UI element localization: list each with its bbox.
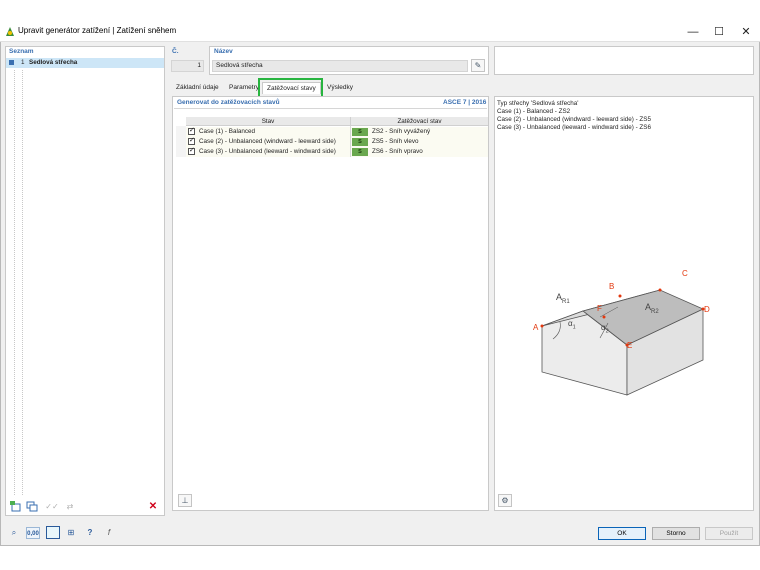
angle-2-label: α2 — [601, 323, 609, 335]
cancel-button[interactable]: Storno — [652, 527, 700, 540]
color-swatch-button[interactable] — [46, 526, 60, 539]
tree-line — [14, 70, 15, 495]
tab-zakladni-udaje[interactable]: Základní údaje — [172, 82, 223, 94]
number-label: Č. — [172, 48, 179, 55]
area-r1-label: AR1 — [556, 292, 570, 305]
info-line: Case (2) - Unbalanced (windward - leewar… — [497, 116, 651, 123]
edit-name-icon[interactable]: ✎ — [471, 59, 485, 72]
point-e-label: E — [627, 341, 633, 350]
point-c-marker — [658, 288, 662, 292]
list-panel — [5, 46, 165, 516]
snow-badge: S — [352, 128, 368, 136]
help-icon[interactable]: ? — [83, 527, 97, 539]
new-item-icon[interactable] — [9, 501, 23, 513]
copy-item-icon[interactable] — [25, 501, 39, 513]
divider — [174, 108, 487, 109]
tree-line — [22, 70, 23, 495]
row-state: Case (1) - Balanced — [199, 128, 255, 135]
window-title: Upravit generátor zatížení | Zatížení sn… — [18, 26, 177, 35]
point-a-label: A — [533, 323, 539, 332]
angle-1-label: α1 — [568, 319, 576, 331]
row-state: Case (2) - Unbalanced (windward - leewar… — [199, 138, 336, 145]
name-label: Název — [214, 48, 233, 55]
row-state: Case (3) - Unbalanced (leeward - windwar… — [199, 148, 336, 155]
row-checkbox[interactable] — [188, 126, 195, 135]
apply-button[interactable]: Použít — [705, 527, 753, 540]
row-load-case: ZS5 - Sníh vlevo — [372, 138, 419, 145]
column-header-stav: Stav — [186, 117, 350, 126]
load-cases-panel — [172, 96, 489, 511]
row-load-case: ZS6 - Sníh vpravo — [372, 148, 423, 155]
formula-icon[interactable]: f — [102, 527, 116, 539]
close-button[interactable]: ✕ — [733, 23, 759, 41]
app-icon — [5, 26, 15, 37]
area-r2-label: AR2 — [645, 302, 659, 315]
row-gutter — [176, 126, 186, 157]
snow-badge: S — [352, 138, 368, 146]
point-f-marker — [602, 315, 606, 319]
structure-icon[interactable]: ⊞ — [64, 527, 78, 539]
maximize-button[interactable]: ☐ — [706, 23, 732, 41]
info-line: Typ střechy 'Sedlová střecha' — [497, 100, 579, 107]
uncheck-all-icon[interactable]: ⇄ — [63, 501, 77, 513]
list-item-label: Sedlová střecha — [29, 59, 78, 66]
section-title: Generovat do zatěžovacích stavů — [177, 99, 280, 106]
point-a-marker — [540, 324, 544, 328]
tab-vysledky[interactable]: Výsledky — [323, 82, 357, 94]
column-divider — [350, 126, 351, 157]
point-b-marker — [618, 294, 622, 298]
point-f-label: F — [597, 304, 602, 313]
ok-button[interactable]: OK — [598, 527, 646, 540]
list-item-marker — [9, 60, 14, 65]
list-header: Seznam — [9, 48, 34, 55]
comment-panel — [494, 46, 754, 75]
column-header-zatezovaci-stav: Zatěžovací stav — [350, 117, 488, 126]
row-load-case: ZS2 - Sníh vyvážený — [372, 128, 431, 135]
point-d-label: D — [704, 305, 710, 314]
row-checkbox[interactable] — [188, 146, 195, 155]
row-checkbox[interactable] — [188, 136, 195, 145]
search-icon[interactable]: ⌕ — [7, 527, 21, 539]
check-all-icon[interactable]: ✓✓ — [45, 501, 59, 513]
point-c-label: C — [682, 269, 688, 278]
table-settings-icon[interactable]: ⊥ — [178, 494, 192, 507]
point-b-label: B — [609, 282, 615, 291]
list-item-number: 1 — [21, 59, 25, 66]
diagram-options-icon[interactable]: ⚙ — [498, 494, 512, 507]
minimize-button[interactable]: — — [680, 23, 706, 41]
standard-label: ASCE 7 | 2016 — [443, 99, 487, 106]
snow-badge: S — [352, 148, 368, 156]
gable-roof-diagram — [540, 288, 705, 396]
info-line: Case (3) - Unbalanced (leeward - windwar… — [497, 124, 651, 131]
name-value: Sedlová střecha — [216, 62, 263, 69]
info-line: Case (1) - Balanced - ZS2 — [497, 108, 571, 115]
units-button[interactable]: 0,00 — [26, 527, 40, 539]
number-value: 1 — [197, 62, 201, 69]
delete-icon[interactable]: ✕ — [146, 501, 160, 513]
